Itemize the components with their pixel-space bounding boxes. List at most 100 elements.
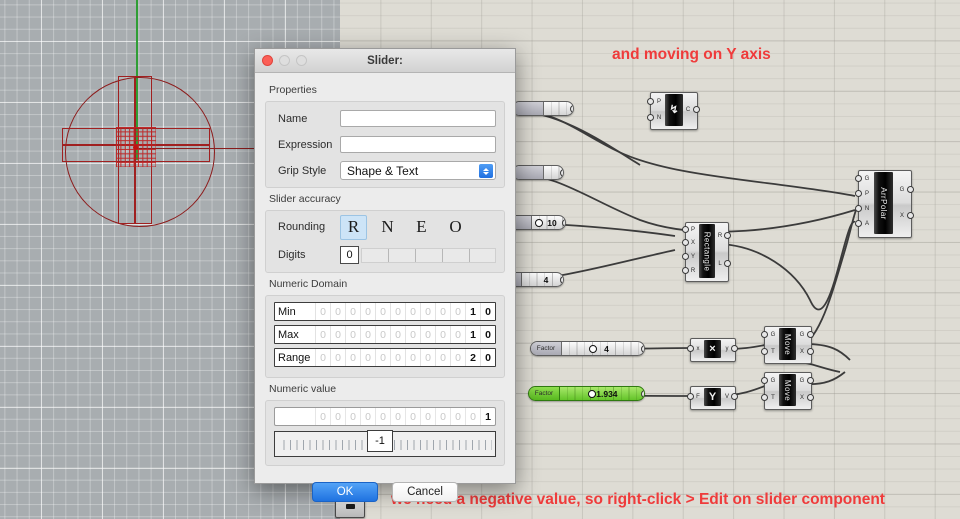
rounding-option-o[interactable]: O xyxy=(442,215,469,240)
slider-track[interactable]: -1.934 xyxy=(560,387,644,400)
digit-cell[interactable]: 0 xyxy=(435,408,450,425)
port-nub[interactable] xyxy=(686,393,694,400)
port-nub[interactable] xyxy=(646,98,654,105)
digit-cell[interactable]: 0 xyxy=(420,408,435,425)
digit-cell[interactable]: 0 xyxy=(480,349,495,366)
digit-cell[interactable]: 0 xyxy=(345,408,360,425)
port-nub[interactable] xyxy=(723,260,731,267)
digit-cell[interactable]: 2 xyxy=(465,349,480,366)
component-rectangle[interactable]: Rectangle P X Y R R L xyxy=(681,222,731,282)
digit-cell[interactable]: 0 xyxy=(345,303,360,320)
rounding-option-r[interactable]: R xyxy=(340,214,367,240)
digit-cell[interactable]: 0 xyxy=(375,326,390,343)
input-port-p[interactable]: P xyxy=(653,96,665,107)
digit-cell[interactable]: 0 xyxy=(420,326,435,343)
port-nub[interactable] xyxy=(854,175,862,182)
slider-factor-green[interactable]: Factor -1.934 xyxy=(528,386,645,401)
digit-cell[interactable]: 0 xyxy=(330,408,345,425)
rounding-option-e[interactable]: E xyxy=(408,215,435,240)
digit-cell[interactable]: 0 xyxy=(435,303,450,320)
numeric-value-field[interactable]: 000000000001 xyxy=(274,407,496,426)
input-port-a[interactable]: A xyxy=(861,218,873,229)
digit-cell[interactable]: 0 xyxy=(360,326,375,343)
slider-output-nub[interactable] xyxy=(641,389,644,398)
digit-cell[interactable]: 0 xyxy=(420,303,435,320)
port-nub[interactable] xyxy=(730,345,738,352)
digit-cell[interactable]: 0 xyxy=(360,303,375,320)
digit-cell[interactable]: 0 xyxy=(360,408,375,425)
digit-cell[interactable]: 0 xyxy=(330,326,345,343)
digits-slider-track[interactable] xyxy=(361,247,496,263)
digit-cell[interactable]: 0 xyxy=(405,349,420,366)
domain-range-digits[interactable]: 000000000020 xyxy=(315,349,495,366)
digit-cell[interactable]: 0 xyxy=(450,349,465,366)
digit-cell[interactable]: 0 xyxy=(315,326,330,343)
digit-cell[interactable]: 0 xyxy=(345,349,360,366)
domain-min-digits[interactable]: 000000000010 xyxy=(315,303,495,320)
input-port-x[interactable]: x xyxy=(692,343,704,354)
digits-value[interactable]: 0 xyxy=(340,246,359,264)
close-button[interactable] xyxy=(262,55,273,66)
input-port-g[interactable]: G xyxy=(767,329,779,340)
input-port-r[interactable]: R xyxy=(687,265,699,276)
digit-cell[interactable]: 1 xyxy=(465,326,480,343)
digit-cell[interactable]: 0 xyxy=(420,349,435,366)
digit-cell[interactable]: 0 xyxy=(330,303,345,320)
slider-output-nub[interactable] xyxy=(560,168,563,177)
digit-cell[interactable]: 0 xyxy=(405,408,420,425)
port-nub[interactable] xyxy=(681,253,689,260)
port-nub[interactable] xyxy=(806,348,814,355)
ok-button[interactable]: OK xyxy=(312,482,378,502)
digit-cell[interactable]: 0 xyxy=(390,303,405,320)
numeric-value-slider[interactable]: -1 xyxy=(274,430,496,457)
port-nub[interactable] xyxy=(760,348,768,355)
component-array-polar[interactable]: ArrPolar G P N A G X xyxy=(854,170,914,238)
name-input[interactable] xyxy=(340,110,496,127)
cancel-button[interactable]: Cancel xyxy=(392,482,458,502)
component-multiply[interactable]: × x y xyxy=(686,338,738,362)
digit-cell[interactable]: 0 xyxy=(480,303,495,320)
domain-max-field[interactable]: Max 000000000010 xyxy=(274,325,496,344)
list-item[interactable] xyxy=(512,101,574,116)
digit-cell[interactable]: 0 xyxy=(315,349,330,366)
component-unit-y[interactable]: Y F V xyxy=(686,386,738,410)
grip-style-select[interactable]: Shape & Text xyxy=(340,161,496,180)
port-nub[interactable] xyxy=(906,212,914,219)
port-nub[interactable] xyxy=(854,220,862,227)
digit-cell[interactable]: 0 xyxy=(390,326,405,343)
port-nub[interactable] xyxy=(760,331,768,338)
digit-cell[interactable]: 0 xyxy=(375,349,390,366)
port-nub[interactable] xyxy=(906,186,914,193)
digit-cell[interactable]: 0 xyxy=(330,349,345,366)
minimize-button[interactable] xyxy=(279,55,290,66)
digit-cell[interactable]: 0 xyxy=(480,326,495,343)
domain-max-digits[interactable]: 000000000010 xyxy=(315,326,495,343)
port-nub[interactable] xyxy=(723,232,731,239)
domain-range-field[interactable]: Range 000000000020 xyxy=(274,348,496,367)
slider-output-nub[interactable] xyxy=(562,218,565,227)
port-nub[interactable] xyxy=(806,331,814,338)
input-port-t[interactable]: T xyxy=(767,392,779,403)
slider-output-nub[interactable] xyxy=(570,104,573,113)
slider-grip[interactable] xyxy=(589,344,597,353)
dialog-titlebar[interactable]: Slider: xyxy=(255,49,515,73)
input-port-p[interactable]: P xyxy=(861,188,873,199)
input-port-y[interactable]: Y xyxy=(687,251,699,262)
digit-cell[interactable]: 0 xyxy=(450,408,465,425)
digit-cell[interactable]: 0 xyxy=(345,326,360,343)
slider-track[interactable]: 10 xyxy=(532,216,565,229)
chevron-updown-icon[interactable] xyxy=(479,164,493,178)
slider-track[interactable]: 4 xyxy=(522,273,563,286)
domain-min-field[interactable]: Min 000000000010 xyxy=(274,302,496,321)
slider-knob[interactable]: -1 xyxy=(367,430,393,452)
input-port-n[interactable]: N xyxy=(861,203,873,214)
digit-cell[interactable]: 0 xyxy=(315,303,330,320)
port-nub[interactable] xyxy=(692,106,700,113)
input-port-f[interactable]: F xyxy=(692,391,704,402)
slider-factor-gray[interactable]: Factor 4 xyxy=(530,341,645,356)
slider-track[interactable] xyxy=(544,102,573,115)
input-port-x[interactable]: X xyxy=(687,237,699,248)
digit-cell[interactable]: 0 xyxy=(435,349,450,366)
digit-cell[interactable]: 0 xyxy=(315,408,330,425)
digit-cell[interactable]: 0 xyxy=(465,408,480,425)
